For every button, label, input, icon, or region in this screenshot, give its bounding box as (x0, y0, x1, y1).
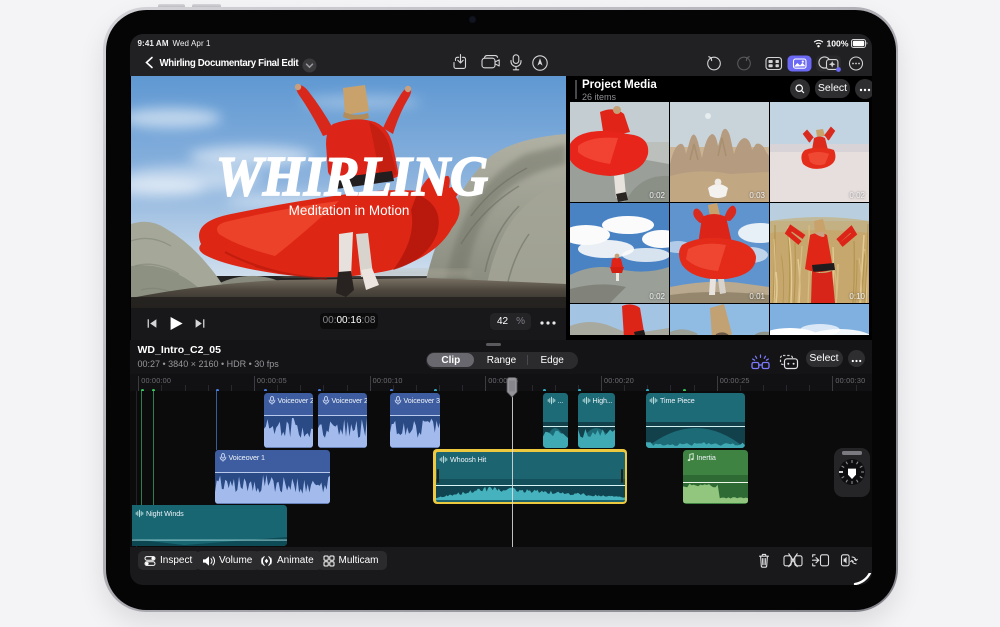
svg-text:Meditation in Motion: Meditation in Motion (289, 203, 410, 218)
svg-text:WHIRLING: WHIRLING (216, 146, 488, 208)
svg-text:100%: 100% (826, 39, 848, 49)
